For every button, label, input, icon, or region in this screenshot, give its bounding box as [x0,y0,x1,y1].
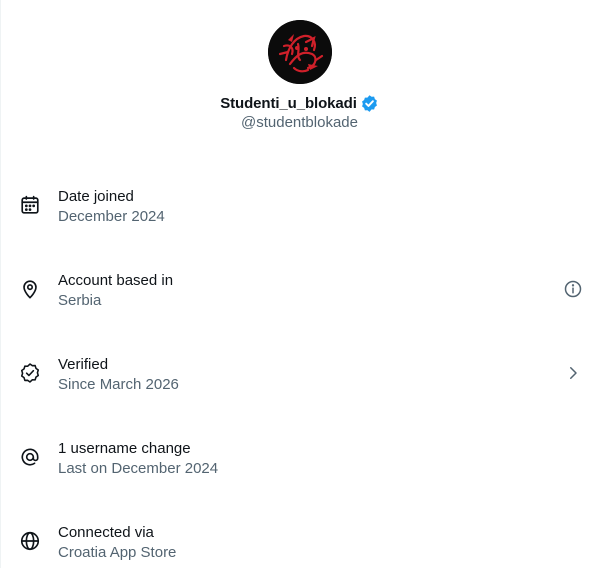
verified-badge-icon [360,94,379,113]
account-based-in-value: Serbia [58,292,102,309]
verified-value: Since March 2026 [58,376,179,393]
about-account-panel: Studenti_u_blokadi @studentblokade Date … [0,0,598,568]
at-sign-icon [19,446,41,468]
verified-label: Verified [58,356,109,373]
connected-via-row: Connected via Croatia App Store [1,504,598,568]
connected-via-value: Croatia App Store [58,544,177,561]
account-based-in-label: Account based in [58,272,174,289]
date-joined-label: Date joined [58,188,134,205]
display-name: Studenti_u_blokadi [220,94,357,112]
globe-icon [19,530,41,552]
connected-via-text: Connected via Croatia App Store [58,523,176,563]
connected-via-label: Connected via [58,524,154,541]
account-based-in-text: Account based in Serbia [58,271,173,311]
chevron-right-icon[interactable] [562,362,584,384]
avatar-artwork [267,20,332,84]
display-name-row: Studenti_u_blokadi [220,93,379,113]
username-handle: @studentblokade [241,114,358,131]
about-list: Date joined December 2024 Account based … [1,168,598,568]
profile-header: Studenti_u_blokadi @studentblokade [1,20,598,131]
username-change-text: 1 username change Last on December 2024 [58,439,218,479]
calendar-icon [19,194,41,216]
verified-badge-outline-icon [19,362,41,384]
username-change-row: 1 username change Last on December 2024 [1,420,598,504]
date-joined-value: December 2024 [58,208,165,225]
location-pin-icon [19,278,41,300]
info-icon[interactable] [562,278,584,300]
verified-row[interactable]: Verified Since March 2026 [1,336,598,420]
username-change-label: 1 username change [58,440,191,457]
username-change-value: Last on December 2024 [58,460,219,477]
avatar[interactable] [267,20,332,84]
account-based-in-row: Account based in Serbia [1,252,598,336]
date-joined-text: Date joined December 2024 [58,187,165,227]
verified-text: Verified Since March 2026 [58,355,179,395]
date-joined-row: Date joined December 2024 [1,168,598,252]
